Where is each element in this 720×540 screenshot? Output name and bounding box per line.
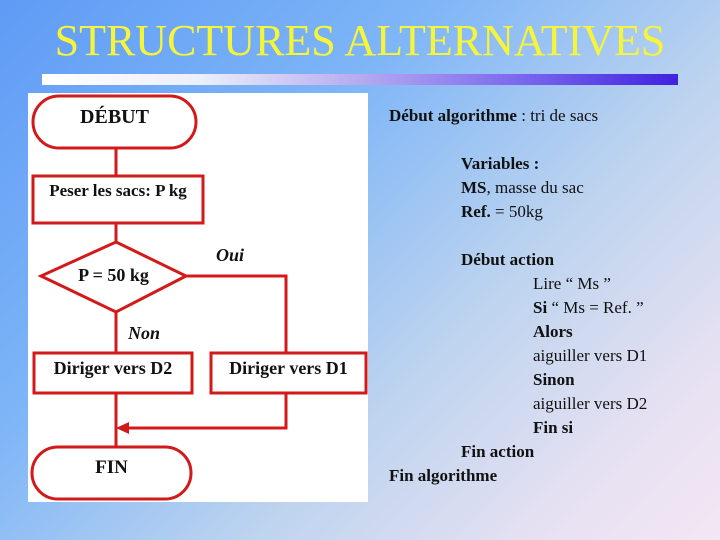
algo-action-end: Fin action (461, 442, 535, 461)
algo-else-action: aiguiller vers D2 (533, 394, 648, 413)
algo-end: Fin algorithme (389, 466, 498, 485)
algo-variable-ms-name: MS (461, 178, 487, 197)
process-label: Peser les sacs: P kg (49, 181, 187, 200)
branch-no-label: Diriger vers D2 (53, 358, 173, 378)
algo-else: Sinon (533, 370, 575, 389)
flowchart-diagram (30, 94, 368, 501)
algo-header-text: : tri de sacs (516, 106, 599, 125)
connector-yes-merge (125, 393, 288, 430)
algo-variable-ms: MS, masse du sac (461, 176, 584, 200)
algo-then: Alors (533, 322, 573, 341)
algo-variable-ref-value: = 50kg (490, 202, 543, 221)
algo-variable-ms-desc: , masse du sac (486, 178, 584, 197)
yes-label: Oui (216, 245, 245, 265)
start-label: DÉBUT (80, 106, 149, 128)
algo-if-keyword: Si (533, 298, 548, 317)
algo-if: Si “ Ms = Ref. ” (533, 296, 644, 320)
algo-variables-label: Variables : (461, 154, 540, 173)
title-underline-bar (42, 74, 678, 85)
algo-header-keyword: Début algorithme (389, 106, 517, 125)
decision-label: P = 50 kg (78, 265, 149, 285)
algo-variable-ref: Ref. = 50kg (461, 200, 543, 224)
slide-title: STRUCTURES ALTERNATIVES (54, 16, 666, 65)
algo-variable-ref-name: Ref. (461, 202, 491, 221)
branch-yes-label: Diriger vers D1 (229, 358, 348, 378)
algo-then-action: aiguiller vers D1 (533, 346, 648, 365)
algo-endif: Fin si (533, 418, 574, 437)
algo-action-start: Début action (461, 250, 555, 269)
merge-arrowhead (116, 422, 129, 434)
no-label: Non (128, 323, 161, 343)
connector-yes-branch (186, 274, 288, 353)
end-label: FIN (95, 457, 128, 478)
algo-header: Début algorithme : tri de sacs (389, 104, 598, 128)
flowchart-panel: DÉBUT Peser les sacs: P kg P = 50 kg Oui… (28, 93, 368, 502)
algo-if-condition: “ Ms = Ref. ” (547, 298, 644, 317)
algo-read: Lire “ Ms ” (533, 274, 611, 293)
